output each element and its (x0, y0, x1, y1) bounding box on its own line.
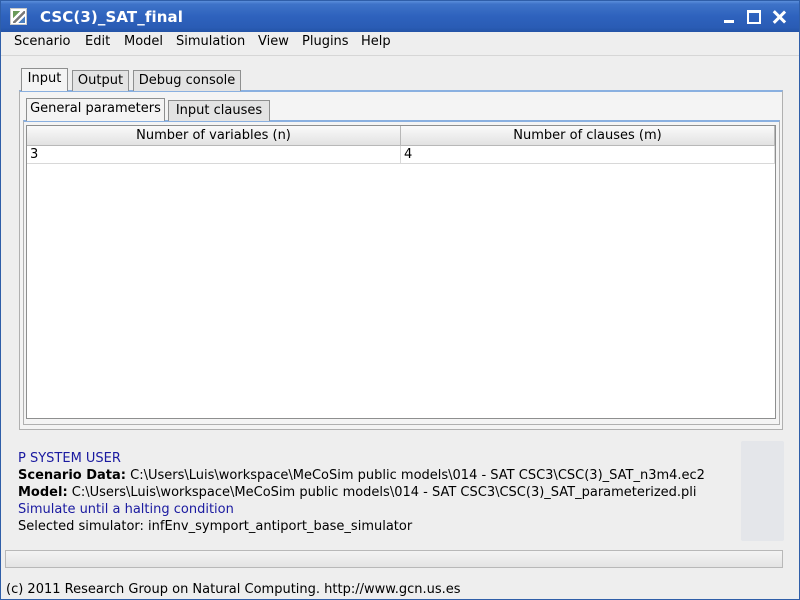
tab-input-clauses[interactable]: Input clauses (168, 100, 270, 121)
scenario-data-path: C:\Users\Luis\workspace\MeCoSim public m… (130, 468, 705, 483)
menu-model[interactable]: Model (124, 34, 163, 49)
window-title: CSC(3)_SAT_final (40, 8, 183, 26)
close-icon[interactable] (770, 8, 788, 26)
cell-variables[interactable]: 3 (27, 146, 401, 164)
cell-clauses[interactable]: 4 (401, 146, 775, 164)
selected-simulator-text: Selected simulator: infEnv_symport_antip… (18, 519, 413, 534)
menu-separator (1, 55, 799, 56)
app-icon[interactable] (10, 8, 27, 25)
app-window: CSC(3)_SAT_final Scenario Edit Model Sim… (0, 0, 800, 600)
side-panel (741, 441, 784, 541)
model-label: Model: (18, 485, 68, 500)
maximize-icon[interactable] (745, 8, 763, 26)
menu-edit[interactable]: Edit (85, 34, 110, 49)
column-header-clauses[interactable]: Number of clauses (m) (401, 126, 775, 146)
footer-credits: (c) 2011 Research Group on Natural Compu… (6, 582, 461, 597)
simulate-mode-text: Simulate until a halting condition (18, 502, 234, 517)
menu-simulation[interactable]: Simulation (176, 34, 245, 49)
parameters-table: Number of variables (n) Number of clause… (26, 125, 776, 419)
tab-input[interactable]: Input (21, 68, 68, 91)
menu-help[interactable]: Help (361, 34, 391, 49)
menu-bar: Scenario Edit Model Simulation View Plug… (1, 32, 799, 52)
progress-bar (5, 550, 783, 568)
info-panel: P SYSTEM USER Scenario Data: C:\Users\Lu… (18, 450, 705, 535)
model-path: C:\Users\Luis\workspace\MeCoSim public m… (71, 485, 697, 500)
menu-view[interactable]: View (258, 34, 289, 49)
menu-plugins[interactable]: Plugins (302, 34, 349, 49)
minimize-icon[interactable] (721, 8, 739, 26)
tab-output[interactable]: Output (72, 70, 129, 91)
tab-general-parameters[interactable]: General parameters (26, 98, 165, 121)
scenario-data-line: Scenario Data: C:\Users\Luis\workspace\M… (18, 467, 705, 484)
column-header-variables[interactable]: Number of variables (n) (27, 126, 401, 146)
model-line: Model: C:\Users\Luis\workspace\MeCoSim p… (18, 484, 705, 501)
tab-debug-console[interactable]: Debug console (133, 70, 241, 91)
scenario-data-label: Scenario Data: (18, 468, 126, 483)
menu-scenario[interactable]: Scenario (14, 34, 71, 49)
user-label: P SYSTEM USER (18, 451, 121, 466)
title-bar[interactable]: CSC(3)_SAT_final (1, 1, 799, 32)
